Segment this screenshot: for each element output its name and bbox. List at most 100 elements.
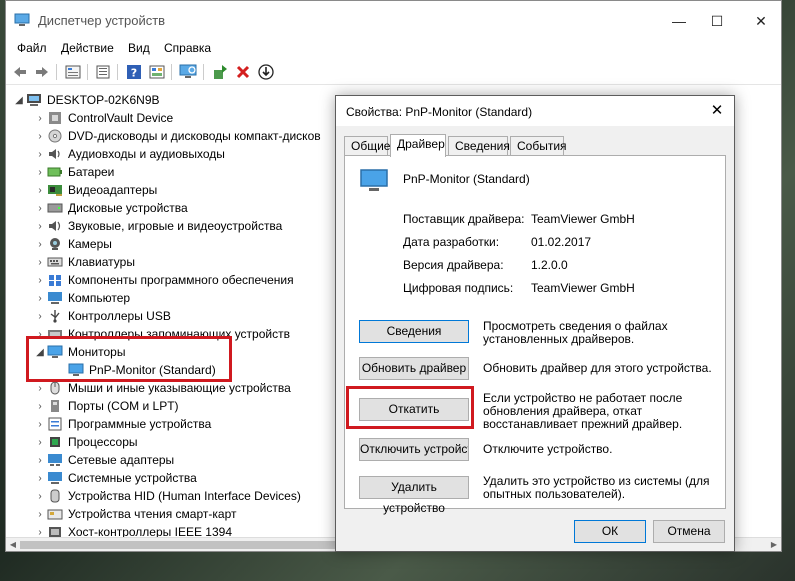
collapse-arrow-icon[interactable]: › [33, 379, 47, 397]
collapse-arrow-icon[interactable]: › [33, 235, 47, 253]
show-hidden-icon[interactable] [148, 63, 166, 81]
back-icon[interactable] [11, 63, 29, 81]
tree-item-hid[interactable]: › Устройства HID (Human Interface Device… [33, 487, 301, 505]
collapse-arrow-icon[interactable]: › [33, 271, 47, 289]
prop-label: Поставщик драйвера: [403, 212, 525, 226]
close-button[interactable]: ✕ [746, 9, 776, 33]
minimize-button[interactable]: — [664, 9, 694, 33]
menu-help[interactable]: Справка [164, 41, 211, 55]
window-title: Диспетчер устройств [38, 13, 166, 28]
tree-item-batteries[interactable]: › Батареи [33, 163, 114, 181]
uninstall-icon[interactable] [234, 63, 252, 81]
disable-device-button[interactable]: Отключить устройство [359, 438, 469, 461]
expand-arrow-icon[interactable]: ◢ [33, 343, 47, 361]
tree-item-label: Клавиатуры [68, 255, 135, 269]
collapse-arrow-icon[interactable]: › [33, 505, 47, 523]
titlebar[interactable]: Диспетчер устройств — ☐ ✕ [6, 1, 781, 39]
view-icon[interactable] [94, 63, 112, 81]
tree-item-keyboards[interactable]: › Клавиатуры [33, 253, 135, 271]
tab-events[interactable]: События [510, 136, 567, 156]
maximize-button[interactable]: ☐ [702, 9, 732, 33]
collapse-arrow-icon[interactable]: › [33, 289, 47, 307]
tree-item-disk-drives[interactable]: › Дисковые устройства [33, 199, 187, 217]
collapse-arrow-icon[interactable]: › [33, 181, 47, 199]
tree-item-dvd[interactable]: › DVD-дисководы и дисководы компакт-диск… [33, 127, 320, 145]
tree-item-display-adapters[interactable]: › Видеоадаптеры [33, 181, 157, 199]
dialog-close-button[interactable]: ✕ [706, 100, 728, 122]
tree-item-pnp-monitor[interactable]: PnP-Monitor (Standard) [68, 361, 216, 379]
rollback-driver-button[interactable]: Откатить [359, 398, 469, 421]
scroll-right-icon[interactable]: ▶ [767, 538, 781, 552]
tree-item-label: Батареи [68, 165, 115, 179]
tree-item-controlvault[interactable]: › ControlVault Device [33, 109, 173, 127]
tree-item-label: Камеры [68, 237, 112, 251]
tab-general[interactable]: Общие [344, 136, 390, 156]
update-driver-icon[interactable] [211, 63, 229, 81]
collapse-arrow-icon[interactable]: › [33, 145, 47, 163]
collapse-arrow-icon[interactable]: › [33, 469, 47, 487]
disable-icon[interactable] [257, 63, 275, 81]
dialog-titlebar[interactable]: Свойства: PnP-Monitor (Standard) ✕ [336, 96, 734, 126]
tree-item-mice[interactable]: › Мыши и иные указывающие устройства [33, 379, 290, 397]
collapse-arrow-icon[interactable]: › [33, 109, 47, 127]
collapse-arrow-icon[interactable]: › [33, 307, 47, 325]
tree-item-ports[interactable]: › Порты (COM и LPT) [33, 397, 179, 415]
tree-item-smartcard-readers[interactable]: › Устройства чтения смарт-карт [33, 505, 236, 523]
toolbar-separator [117, 64, 118, 80]
tree-item-audio-io[interactable]: › Аудиовходы и аудиовыходы [33, 145, 225, 163]
tree-item-monitors[interactable]: ◢ Мониторы [33, 343, 125, 361]
driver-details-desc: Просмотреть сведения о файлах установлен… [483, 319, 668, 346]
driver-details-button[interactable]: Сведения [359, 320, 469, 343]
tree-item-software-components[interactable]: › Компоненты программного обеспечения [33, 271, 294, 289]
dvd-drive-icon [48, 129, 62, 143]
cancel-button[interactable]: Отмена [653, 520, 725, 543]
tree-item-usb-controllers[interactable]: › Контроллеры USB [33, 307, 171, 325]
tab-driver[interactable]: Драйвер [390, 134, 446, 157]
collapse-arrow-icon[interactable]: › [33, 415, 47, 433]
system-device-icon [48, 472, 62, 484]
tree-root[interactable]: ◢ DESKTOP-02K6N9B [12, 91, 159, 109]
tree-item-sound-devices[interactable]: › Звуковые, игровые и видеоустройства [33, 217, 282, 235]
ok-button[interactable]: ОК [574, 520, 646, 543]
collapse-arrow-icon[interactable]: › [33, 253, 47, 271]
collapse-arrow-icon[interactable]: › [33, 127, 47, 145]
collapse-arrow-icon[interactable]: › [33, 217, 47, 235]
tree-item-storage-controllers[interactable]: › Контроллеры запоминающих устройств [33, 325, 290, 343]
expand-arrow-icon[interactable]: ◢ [12, 91, 26, 109]
uninstall-device-button[interactable]: Удалить устройство [359, 476, 469, 515]
storage-controller-icon [48, 330, 62, 338]
properties-icon[interactable] [64, 63, 82, 81]
collapse-arrow-icon[interactable]: › [33, 451, 47, 469]
update-driver-button[interactable]: Обновить драйвер [359, 357, 469, 380]
tree-item-label: Порты (COM и LPT) [68, 399, 179, 413]
toolbar-separator [203, 64, 204, 80]
help-icon[interactable]: ? [125, 63, 143, 81]
menu-action[interactable]: Действие [61, 41, 114, 55]
monitor-icon [360, 169, 388, 191]
scroll-left-icon[interactable]: ◀ [6, 538, 20, 552]
collapse-arrow-icon[interactable]: › [33, 433, 47, 451]
collapse-arrow-icon[interactable]: › [33, 199, 47, 217]
collapse-arrow-icon[interactable]: › [33, 397, 47, 415]
tree-item-processors[interactable]: › Процессоры [33, 433, 137, 451]
menu-file[interactable]: Файл [17, 41, 47, 55]
disk-drive-icon [47, 203, 63, 213]
camera-icon [50, 238, 60, 250]
tree-item-label: Компоненты программного обеспечения [68, 273, 294, 287]
tree-item-network-adapters[interactable]: › Сетевые адаптеры [33, 451, 174, 469]
tab-details[interactable]: Сведения [448, 136, 510, 156]
collapse-arrow-icon[interactable]: › [33, 163, 47, 181]
menu-view[interactable]: Вид [128, 41, 150, 55]
tree-item-software-devices[interactable]: › Программные устройства [33, 415, 211, 433]
tree-item-label: Контроллеры USB [68, 309, 171, 323]
scan-hardware-icon[interactable] [179, 63, 197, 81]
hid-icon [50, 489, 60, 503]
collapse-arrow-icon[interactable]: › [33, 325, 47, 343]
tree-item-computer[interactable]: › Компьютер [33, 289, 130, 307]
computer-icon [48, 292, 62, 304]
tree-item-cameras[interactable]: › Камеры [33, 235, 112, 253]
svg-text:?: ? [131, 67, 137, 80]
collapse-arrow-icon[interactable]: › [33, 487, 47, 505]
tree-item-system-devices[interactable]: › Системные устройства [33, 469, 196, 487]
forward-icon[interactable] [33, 63, 51, 81]
